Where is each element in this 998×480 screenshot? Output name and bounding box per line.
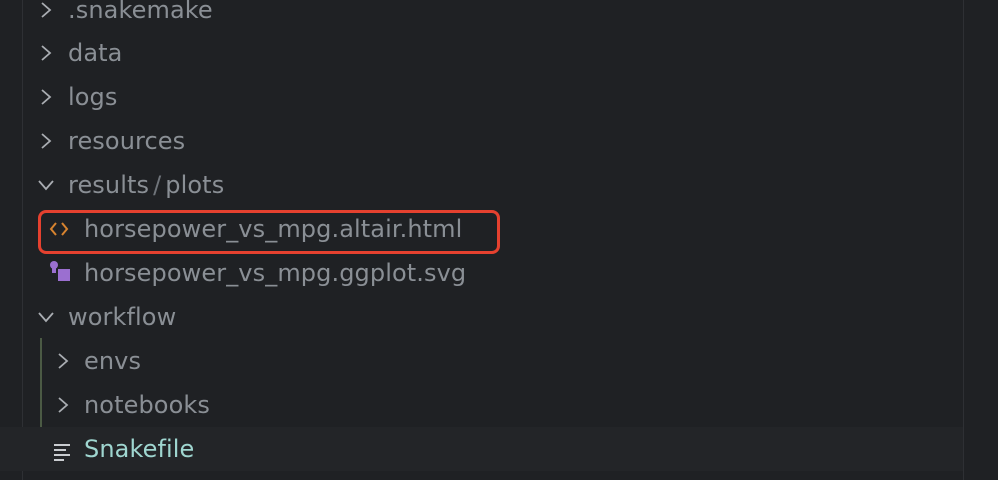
path-segment-plots: plots — [165, 171, 225, 199]
tree-item-label: workflow — [68, 303, 177, 331]
tree-item-snakemake-folder[interactable]: .snakemake — [0, 0, 963, 32]
tree-item-label: results / plots — [68, 171, 224, 199]
chevron-right-icon — [36, 87, 56, 107]
tree-item-results-plots-folder[interactable]: results / plots — [0, 163, 963, 207]
tree-item-resources-folder[interactable]: resources — [0, 119, 963, 163]
chevron-right-icon — [36, 0, 56, 20]
file-explorer: .snakemake data logs resources results / p… — [0, 0, 998, 480]
tree-item-label: horsepower_vs_mpg.altair.html — [84, 215, 463, 243]
tree-item-logs-folder[interactable]: logs — [0, 75, 963, 119]
html-code-icon — [48, 218, 70, 240]
tree-item-label: .snakemake — [68, 0, 213, 24]
tree-item-label: logs — [68, 83, 118, 111]
tree-item-label: Snakefile — [84, 435, 195, 463]
chevron-down-icon — [36, 307, 56, 327]
chevron-down-icon — [36, 175, 56, 195]
tree-item-label: notebooks — [84, 391, 210, 419]
path-separator-icon: / — [153, 171, 162, 199]
tree-item-label: horsepower_vs_mpg.ggplot.svg — [84, 259, 467, 287]
tree-item-altair-html-file[interactable]: horsepower_vs_mpg.altair.html — [0, 207, 963, 251]
text-lines-icon — [52, 439, 74, 461]
chevron-right-icon — [53, 395, 73, 415]
tree-item-label: data — [68, 39, 123, 67]
path-segment-results: results — [68, 171, 150, 199]
tree-item-label: envs — [84, 347, 142, 375]
tree-item-snakefile[interactable]: Snakefile — [0, 427, 963, 471]
tree-item-workflow-folder[interactable]: workflow — [0, 295, 963, 339]
svg-shapes-icon — [48, 259, 70, 281]
tree-item-notebooks-folder[interactable]: notebooks — [0, 383, 963, 427]
tree-item-envs-folder[interactable]: envs — [0, 339, 963, 383]
scrollbar-track[interactable] — [963, 0, 964, 480]
tree-item-label: resources — [68, 127, 186, 155]
chevron-right-icon — [53, 351, 73, 371]
tree-item-ggplot-svg-file[interactable]: horsepower_vs_mpg.ggplot.svg — [0, 251, 963, 295]
chevron-right-icon — [36, 131, 56, 151]
chevron-right-icon — [36, 43, 56, 63]
tree-item-data-folder[interactable]: data — [0, 31, 963, 75]
